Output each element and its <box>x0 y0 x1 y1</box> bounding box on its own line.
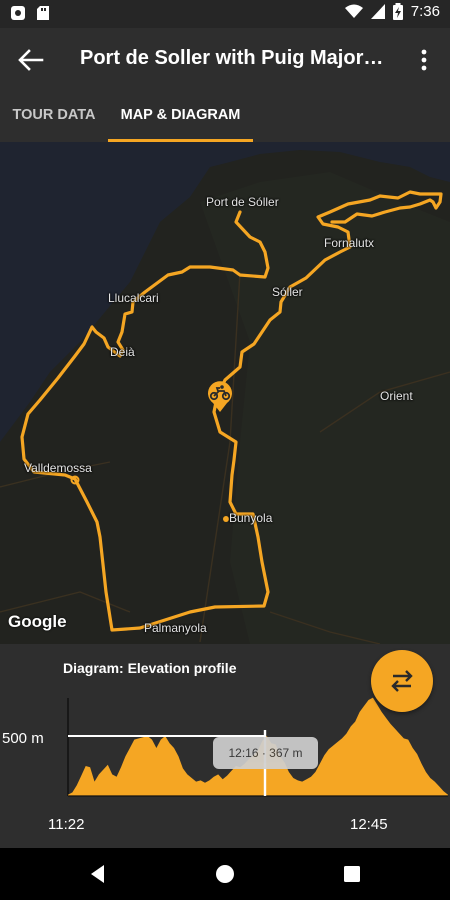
tab-label: TOUR DATA <box>12 107 96 123</box>
tab-tour-data[interactable]: TOUR DATA <box>0 92 108 142</box>
map-label-llucalcari: Llucalcari <box>108 291 159 305</box>
swap-horizontal-icon <box>391 670 413 692</box>
map-view[interactable]: Port de Sóller Fornalutx Llucalcari Sóll… <box>0 142 450 644</box>
map-label-soller: Sóller <box>272 285 303 299</box>
sd-card-icon <box>37 6 49 20</box>
system-nav-bar <box>0 848 450 900</box>
google-attribution: Google <box>8 612 67 631</box>
app-screen: 7:36 Port de Soller with Puig Major… TOU… <box>0 0 450 900</box>
map-label-port-de-soller: Port de Sóller <box>206 195 279 209</box>
more-vert-icon[interactable] <box>410 44 438 76</box>
notification-icon <box>11 6 25 20</box>
diagram-title: Diagram: Elevation profile <box>63 660 237 676</box>
y-axis-label: 500 m <box>2 730 44 747</box>
map-label-palmanyola: Palmanyola <box>144 621 207 635</box>
map-label-orient: Orient <box>380 389 413 403</box>
tab-map-diagram[interactable]: MAP & DIAGRAM <box>108 92 253 142</box>
motorcycle-icon[interactable] <box>203 379 237 413</box>
nav-home-icon[interactable] <box>211 860 239 888</box>
x-axis-start-label: 11:22 <box>48 816 85 833</box>
tab-label: MAP & DIAGRAM <box>120 107 241 123</box>
status-time: 7:36 <box>410 3 440 20</box>
cell-signal-icon <box>370 4 385 19</box>
nav-back-icon[interactable] <box>84 860 112 888</box>
map-label-bunyola: Bunyola <box>229 511 273 525</box>
wifi-icon <box>344 4 363 18</box>
app-bar: Port de Soller with Puig Major… <box>0 28 450 92</box>
arrow-back-icon[interactable] <box>14 46 46 74</box>
nav-recents-icon[interactable] <box>338 860 366 888</box>
status-bar: 7:36 <box>0 0 450 28</box>
x-axis-end-label: 12:45 <box>350 816 388 833</box>
tab-bar: TOUR DATA MAP & DIAGRAM <box>0 92 450 142</box>
battery-charging-icon <box>392 3 403 20</box>
page-title: Port de Soller with Puig Major… <box>80 47 384 69</box>
elevation-diagram-panel: Diagram: Elevation profile 500 m 11:22 1… <box>0 644 450 848</box>
map-label-fornalutx: Fornalutx <box>324 236 375 250</box>
map-label-deia: Deià <box>110 345 135 359</box>
swap-button[interactable] <box>371 650 433 712</box>
map-label-valldemossa: Valldemossa <box>24 461 92 475</box>
cursor-readout: 12:16 · 367 m <box>213 737 318 769</box>
